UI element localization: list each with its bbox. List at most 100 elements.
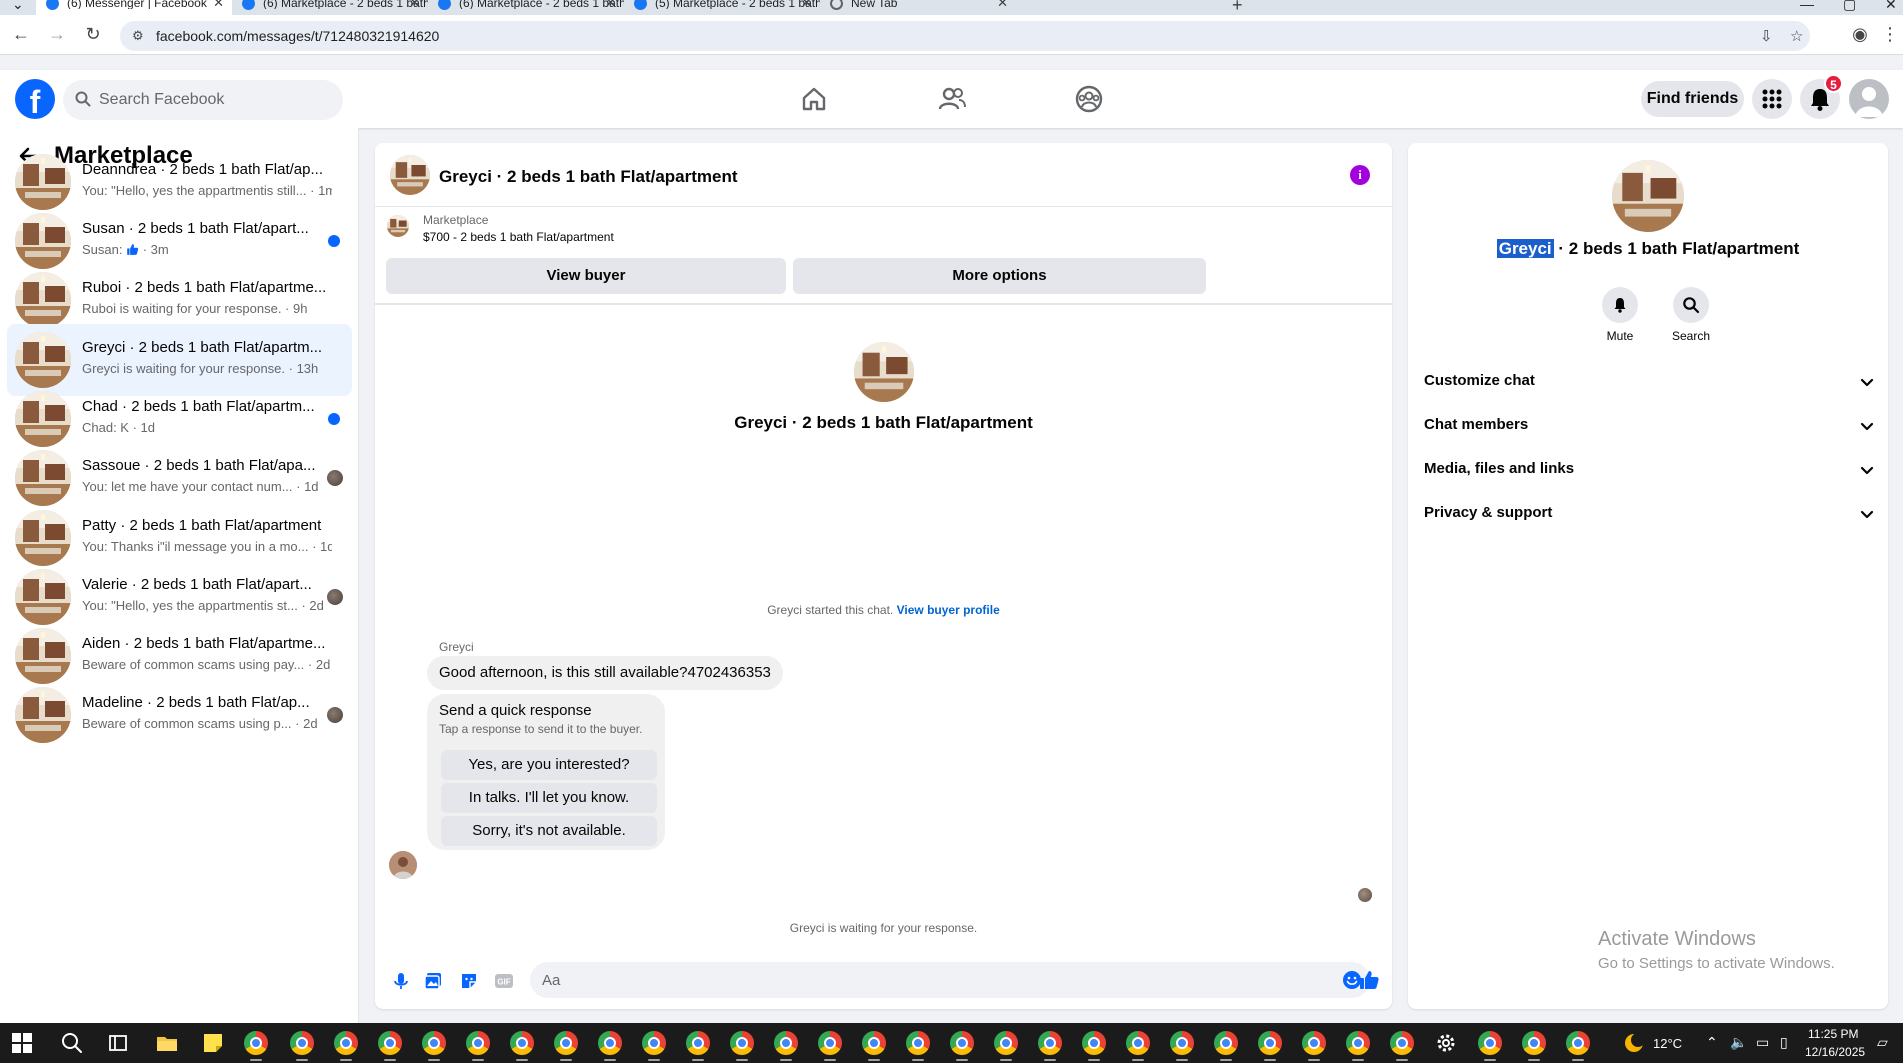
customize-chat-section[interactable]: Customize chat: [1424, 362, 1876, 402]
profile-icon[interactable]: ◉: [1848, 24, 1872, 45]
more-options-button[interactable]: More options: [793, 258, 1206, 294]
site-settings-icon[interactable]: ⚙: [132, 28, 144, 44]
back-arrow-icon[interactable]: ←: [9, 24, 33, 45]
reload-icon[interactable]: ↻: [81, 24, 105, 45]
sticky-notes-icon[interactable]: [201, 1031, 225, 1055]
url-text[interactable]: facebook.com/messages/t/712480321914620: [156, 28, 439, 44]
account-avatar[interactable]: [1849, 79, 1889, 119]
address-bar[interactable]: ⚙ facebook.com/messages/t/71248032191462…: [120, 21, 1810, 51]
view-buyer-button[interactable]: View buyer: [386, 258, 786, 294]
chrome-app-icon[interactable]: [290, 1031, 314, 1061]
facebook-search[interactable]: [63, 80, 343, 120]
tab-search-icon[interactable]: ⌄: [12, 0, 24, 13]
chrome-app-icon[interactable]: [950, 1031, 974, 1061]
chat-members-section[interactable]: Chat members: [1424, 406, 1876, 446]
chrome-app-icon[interactable]: [510, 1031, 534, 1061]
clock-time[interactable]: 11:25 PM: [1808, 1027, 1858, 1041]
bookmark-star-icon[interactable]: ☆: [1790, 27, 1803, 45]
close-tab-icon[interactable]: ✕: [997, 0, 1008, 9]
show-hidden-icons-chevron-icon[interactable]: ⌃: [1706, 1034, 1718, 1051]
chrome-app-icon[interactable]: [334, 1031, 358, 1061]
incoming-message-bubble[interactable]: Good afternoon, is this still available?…: [427, 656, 783, 690]
chrome-app-icon[interactable]: [1170, 1031, 1194, 1061]
facebook-logo-icon[interactable]: f: [15, 79, 55, 119]
quick-reply-interested[interactable]: Yes, are you interested?: [441, 750, 657, 780]
forward-arrow-icon[interactable]: →: [45, 24, 69, 45]
chrome-app-icon[interactable]: [1522, 1031, 1546, 1061]
chrome-app-icon[interactable]: [1346, 1031, 1370, 1061]
file-explorer-icon[interactable]: [155, 1031, 179, 1055]
search-icon[interactable]: [60, 1031, 84, 1055]
chrome-app-icon[interactable]: [378, 1031, 402, 1061]
message-input[interactable]: [542, 962, 1242, 998]
mute-button[interactable]: [1602, 287, 1638, 323]
chrome-app-icon[interactable]: [1302, 1031, 1326, 1061]
privacy-support-section[interactable]: Privacy & support: [1424, 494, 1876, 534]
maximize-icon[interactable]: ▢: [1843, 0, 1856, 13]
groups-icon[interactable]: [1073, 83, 1105, 115]
task-view-icon[interactable]: [106, 1031, 130, 1055]
minimize-icon[interactable]: —: [1800, 0, 1814, 12]
close-tab-icon[interactable]: ✕: [605, 0, 616, 9]
close-tab-icon[interactable]: ✕: [801, 0, 812, 9]
find-friends-button[interactable]: Find friends: [1641, 81, 1744, 117]
search-action[interactable]: Search: [1661, 287, 1721, 343]
info-icon[interactable]: i: [1350, 165, 1370, 185]
chat-title[interactable]: Greyci · 2 beds 1 bath Flat/apartment: [439, 167, 738, 187]
chrome-app-icon[interactable]: [906, 1031, 930, 1061]
clock-date[interactable]: 12/16/2025: [1805, 1045, 1865, 1059]
gif-icon[interactable]: GIF: [494, 971, 514, 991]
close-tab-icon[interactable]: ✕: [213, 0, 224, 9]
browser-tab-marketplace-1[interactable]: (6) Marketplace - 2 beds 1 bath ✕: [232, 0, 428, 15]
install-app-icon[interactable]: ⇩: [1760, 27, 1773, 45]
browser-tab-new[interactable]: New Tab ✕: [820, 0, 1016, 15]
temperature-text[interactable]: 12°C: [1653, 1036, 1682, 1051]
chrome-app-icon[interactable]: [686, 1031, 710, 1061]
mute-action[interactable]: Mute: [1590, 287, 1650, 343]
chrome-app-icon[interactable]: [730, 1031, 754, 1061]
close-tab-icon[interactable]: ✕: [409, 0, 420, 9]
chrome-app-icon[interactable]: [862, 1031, 886, 1061]
settings-icon[interactable]: [1434, 1031, 1458, 1055]
menu-grid-button[interactable]: [1752, 79, 1792, 119]
view-buyer-profile-link[interactable]: View buyer profile: [897, 603, 1000, 617]
photo-icon[interactable]: [423, 971, 443, 991]
chrome-app-icon[interactable]: [1258, 1031, 1282, 1061]
quick-reply-in-talks[interactable]: In talks. I'll let you know.: [441, 783, 657, 813]
browser-tab-marketplace-2[interactable]: (6) Marketplace - 2 beds 1 bath ✕: [428, 0, 624, 15]
chrome-app-icon[interactable]: [1478, 1031, 1502, 1061]
listing-bar[interactable]: Marketplace $700 - 2 beds 1 bath Flat/ap…: [375, 207, 1392, 249]
message-input-box[interactable]: [530, 962, 1370, 998]
chrome-app-icon[interactable]: [818, 1031, 842, 1061]
chrome-app-icon[interactable]: [1082, 1031, 1106, 1061]
chrome-app-icon[interactable]: [1566, 1031, 1590, 1061]
search-in-chat-button[interactable]: [1673, 287, 1709, 323]
sticker-icon[interactable]: [459, 971, 479, 991]
microphone-icon[interactable]: [391, 971, 411, 991]
home-icon[interactable]: [798, 83, 830, 115]
chrome-app-icon[interactable]: [1214, 1031, 1238, 1061]
sender-avatar[interactable]: [389, 851, 417, 879]
listing-thumbnail[interactable]: [390, 155, 430, 195]
chrome-app-icon[interactable]: [1038, 1031, 1062, 1061]
chrome-app-icon[interactable]: [774, 1031, 798, 1061]
new-tab-plus-icon[interactable]: +: [1232, 0, 1243, 15]
quick-reply-not-available[interactable]: Sorry, it's not available.: [441, 816, 657, 846]
weather-icon[interactable]: [1622, 1031, 1646, 1055]
thumbs-up-icon[interactable]: [1358, 969, 1380, 991]
chrome-app-icon[interactable]: [1126, 1031, 1150, 1061]
notification-center-icon[interactable]: ▱: [1877, 1034, 1888, 1051]
conversation-item[interactable]: Madeline · 2 beds 1 bath Flat/ap... Bewar…: [7, 679, 352, 751]
volume-icon[interactable]: 🔈: [1730, 1034, 1747, 1051]
chrome-app-icon[interactable]: [244, 1031, 268, 1061]
chrome-app-icon[interactable]: [422, 1031, 446, 1061]
network-icon[interactable]: ▭: [1756, 1034, 1769, 1051]
chrome-app-icon[interactable]: [1390, 1031, 1414, 1061]
browser-tab-messenger[interactable]: (6) Messenger | Facebook ✕: [36, 0, 232, 15]
friends-icon[interactable]: [936, 83, 968, 115]
chrome-app-icon[interactable]: [598, 1031, 622, 1061]
chrome-app-icon[interactable]: [466, 1031, 490, 1061]
chrome-app-icon[interactable]: [994, 1031, 1018, 1061]
search-input[interactable]: [99, 80, 329, 120]
windows-start-icon[interactable]: [10, 1031, 34, 1055]
